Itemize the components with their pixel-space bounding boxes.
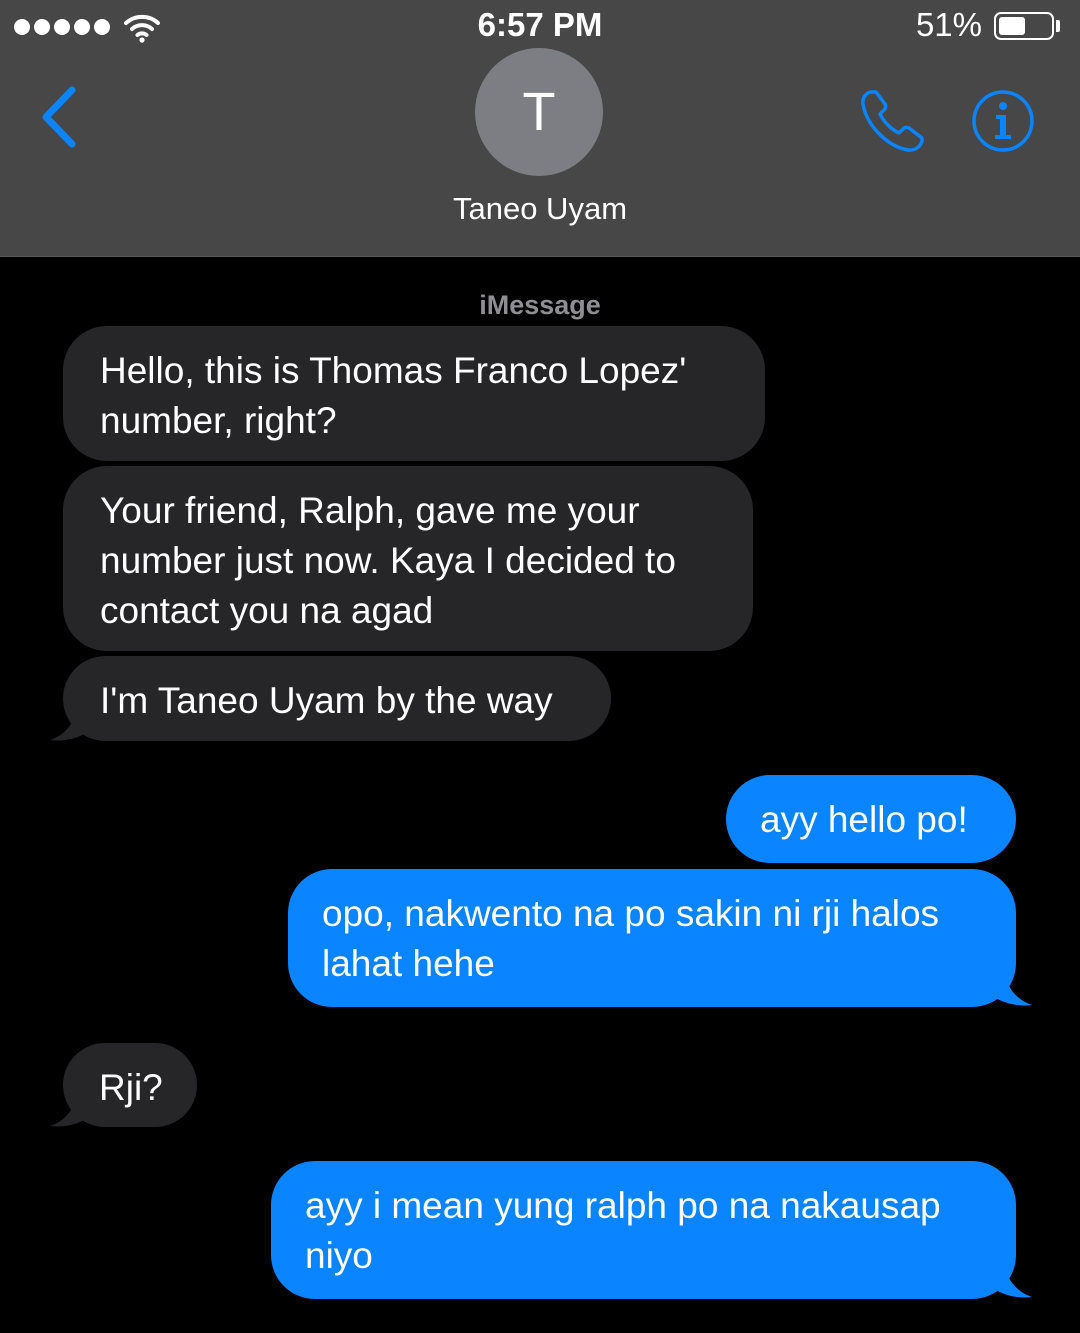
message-bubble-outgoing[interactable]: ayy hello po! xyxy=(726,775,1016,863)
status-bar: 6:57 PM 51% xyxy=(0,0,1080,54)
info-button[interactable] xyxy=(970,88,1036,154)
conversation-header: 6:57 PM 51% T Taneo Uyam xyxy=(0,0,1080,257)
message-bubble-incoming[interactable]: I'm Taneo Uyam by the way xyxy=(63,656,611,741)
incoming-bubble-tail xyxy=(50,700,94,741)
phone-icon xyxy=(861,90,924,152)
battery-tip xyxy=(1056,20,1060,32)
avatar-initial: T xyxy=(522,82,556,142)
service-label: iMessage xyxy=(479,290,601,320)
chevron-left-icon xyxy=(42,86,76,148)
incoming-bubble-tail xyxy=(50,1086,94,1127)
message-bubble-outgoing[interactable]: opo, nakwento na po sakin ni rji halos l… xyxy=(288,869,1016,1007)
info-icon xyxy=(972,90,1034,152)
contact-avatar[interactable]: T xyxy=(475,48,603,176)
message-bubble-incoming[interactable]: Hello, this is Thomas Franco Lopez' numb… xyxy=(63,326,765,461)
outgoing-bubble-tail xyxy=(988,965,1032,1006)
message-bubble-outgoing[interactable]: ayy i mean yung ralph po na nakausap niy… xyxy=(271,1161,1016,1299)
battery-level-fill xyxy=(999,17,1025,35)
outgoing-bubble-tail xyxy=(988,1257,1032,1298)
contact-name[interactable]: Taneo Uyam xyxy=(0,191,1080,227)
battery-icon xyxy=(994,12,1054,40)
message-bubble-incoming[interactable]: Your friend, Ralph, gave me your number … xyxy=(63,466,753,651)
call-button[interactable] xyxy=(858,86,928,156)
back-button[interactable] xyxy=(36,84,86,150)
battery-percentage: 51% xyxy=(915,6,982,43)
